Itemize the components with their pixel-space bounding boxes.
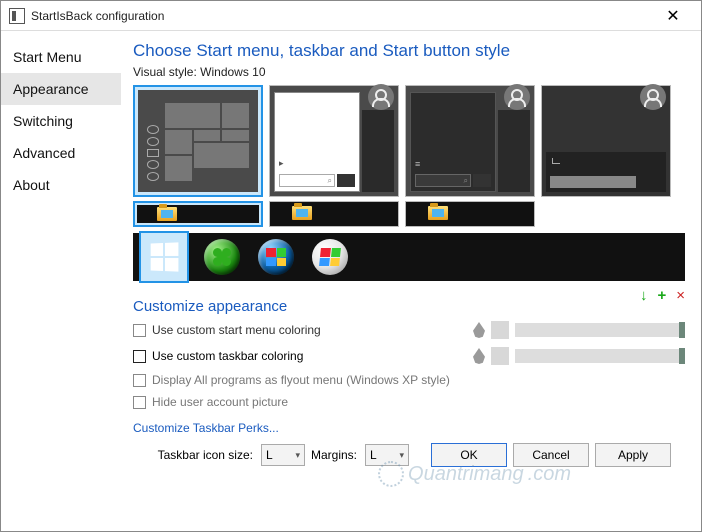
opacity-slider-start[interactable] <box>515 323 685 337</box>
margins-value: L <box>370 448 377 462</box>
options-group: Use custom start menu coloring Use custo… <box>133 321 685 435</box>
checkbox-taskbar-coloring[interactable] <box>133 350 146 363</box>
customize-perks-link[interactable]: Customize Taskbar Perks... <box>133 421 685 435</box>
chevron-down-icon: ▾ <box>295 450 300 461</box>
checkbox-flyout[interactable] <box>133 374 146 387</box>
color-swatch[interactable] <box>491 321 509 339</box>
label-start-coloring: Use custom start menu coloring <box>152 323 321 337</box>
icon-size-label: Taskbar icon size: <box>158 448 253 462</box>
folder-icon <box>292 206 312 220</box>
avatar-icon <box>368 84 394 110</box>
menu-style-row: ▸⌕ ≡⌕ <box>133 85 685 197</box>
taskbar-style-row <box>133 201 685 227</box>
customize-heading: Customize appearance <box>133 298 685 315</box>
folder-icon <box>157 207 177 221</box>
icon-size-select[interactable]: L▾ <box>261 444 305 466</box>
orb-clover[interactable] <box>203 238 241 276</box>
sidebar: Start Menu Appearance Switching Advanced… <box>1 31 121 531</box>
flag-orb-icon <box>312 239 348 275</box>
option-row-taskbar-coloring: Use custom taskbar coloring <box>133 347 685 365</box>
clover-orb-icon <box>204 239 240 275</box>
checkbox-hide-avatar[interactable] <box>133 396 146 409</box>
app-icon <box>9 8 25 24</box>
label-hide-avatar: Hide user account picture <box>152 395 288 409</box>
footer: Taskbar icon size: L▾ Margins: L▾ OK Can… <box>133 435 685 477</box>
orb-win7[interactable] <box>257 238 295 276</box>
apply-button[interactable]: Apply <box>595 443 671 467</box>
option-row-flyout: Display All programs as flyout menu (Win… <box>133 373 685 387</box>
titlebar: StartIsBack configuration ✕ <box>1 1 701 31</box>
sidebar-item-appearance[interactable]: Appearance <box>1 73 121 105</box>
sidebar-item-advanced[interactable]: Advanced <box>1 137 121 169</box>
ok-button[interactable]: OK <box>431 443 507 467</box>
option-row-start-coloring: Use custom start menu coloring <box>133 321 685 339</box>
label-taskbar-coloring: Use custom taskbar coloring <box>152 349 303 363</box>
avatar-icon <box>640 84 666 110</box>
menu-style-win7-light[interactable]: ▸⌕ <box>269 85 399 197</box>
folder-icon <box>428 206 448 220</box>
menu-style-win7-dark[interactable]: ≡⌕ <box>405 85 535 197</box>
taskbar-style-3[interactable] <box>405 201 535 227</box>
color-drop-icon[interactable] <box>473 348 485 364</box>
chevron-down-icon: ▾ <box>399 450 404 461</box>
label-flyout: Display All programs as flyout menu (Win… <box>152 373 450 387</box>
main-panel: Choose Start menu, taskbar and Start but… <box>121 31 701 531</box>
menu-style-plain-dark[interactable] <box>541 85 671 197</box>
orb-flag[interactable] <box>311 238 349 276</box>
menu-style-win10[interactable] <box>133 85 263 197</box>
avatar-icon <box>504 84 530 110</box>
visual-style-line: Visual style: Windows 10 <box>133 65 685 79</box>
icon-size-value: L <box>266 448 273 462</box>
window-body: Start Menu Appearance Switching Advanced… <box>1 31 701 531</box>
sidebar-item-about[interactable]: About <box>1 169 121 201</box>
option-row-hide-avatar: Hide user account picture <box>133 395 685 409</box>
checkbox-start-coloring[interactable] <box>133 324 146 337</box>
win7-orb-icon <box>258 239 294 275</box>
page-heading: Choose Start menu, taskbar and Start but… <box>133 41 685 61</box>
config-window: StartIsBack configuration ✕ Start Menu A… <box>0 0 702 532</box>
color-drop-icon[interactable] <box>473 322 485 338</box>
windows-logo-icon <box>151 242 179 271</box>
visual-style-label: Visual style: <box>133 65 197 79</box>
visual-style-value: Windows 10 <box>200 65 265 79</box>
color-swatch[interactable] <box>491 347 509 365</box>
taskbar-style-1[interactable] <box>133 201 263 227</box>
margins-select[interactable]: L▾ <box>365 444 409 466</box>
orb-win10[interactable] <box>141 233 187 281</box>
opacity-slider-taskbar[interactable] <box>515 349 685 363</box>
start-button-row <box>133 233 685 281</box>
cancel-button[interactable]: Cancel <box>513 443 589 467</box>
margins-label: Margins: <box>311 448 357 462</box>
window-title: StartIsBack configuration <box>31 9 653 23</box>
sidebar-item-start-menu[interactable]: Start Menu <box>1 41 121 73</box>
close-button[interactable]: ✕ <box>653 6 693 26</box>
sidebar-item-switching[interactable]: Switching <box>1 105 121 137</box>
taskbar-style-2[interactable] <box>269 201 399 227</box>
